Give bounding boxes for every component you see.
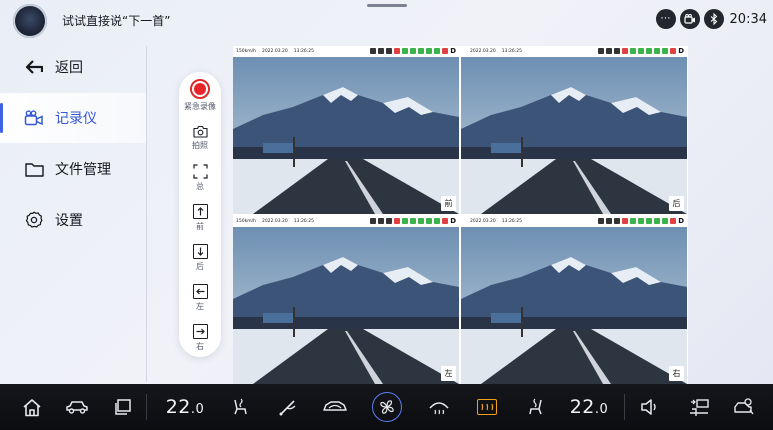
camera-view-right[interactable]: 2022.03.20 13:26:25 D 右 xyxy=(461,216,687,384)
camera-osd: 150km/h 2022.03.20 13:26:25 D xyxy=(233,46,459,57)
camera-mode-icon[interactable] xyxy=(728,384,758,430)
home-icon[interactable] xyxy=(18,384,46,430)
sidebar-divider xyxy=(146,46,147,382)
fan-button[interactable] xyxy=(370,384,404,430)
arrow-up-icon xyxy=(192,204,208,219)
camera-tag-label: 左 xyxy=(441,366,456,381)
arrow-right-icon xyxy=(192,324,208,339)
seat-heat-icon[interactable] xyxy=(226,384,254,430)
camera-tag-label: 右 xyxy=(669,366,684,381)
view-front-button[interactable]: 前 xyxy=(179,204,221,232)
volume-icon[interactable] xyxy=(636,384,666,430)
arrow-left-icon xyxy=(192,284,208,299)
camera-tag-label: 前 xyxy=(441,196,456,211)
temperature-value: 22.0 xyxy=(165,396,205,418)
osd-status-icons: D xyxy=(370,217,456,225)
sidebar-item-settings[interactable]: 设置 xyxy=(0,195,146,245)
sidebar-item-label: 记录仪 xyxy=(55,111,97,127)
pull-down-handle[interactable] xyxy=(367,4,407,7)
camera-feed xyxy=(233,227,459,384)
passenger-temperature[interactable]: 22.0 xyxy=(564,384,614,430)
view-rear-button[interactable]: 后 xyxy=(179,244,221,272)
view-right-button[interactable]: 右 xyxy=(179,324,221,352)
recirculation-icon[interactable] xyxy=(318,384,352,430)
fan-icon xyxy=(372,392,402,422)
temperature-value: 22.0 xyxy=(569,396,609,418)
driver-temperature[interactable]: 22.0 xyxy=(160,384,210,430)
camera-osd: 150km/h 2022.03.20 13:26:25 D xyxy=(233,216,459,227)
dock-divider xyxy=(624,394,625,420)
emergency-record-button[interactable]: 紧急录像 xyxy=(179,79,221,112)
rear-defrost-icon[interactable] xyxy=(472,384,502,430)
camera-grid: 150km/h 2022.03.20 13:26:25 D 前 2022.03.… xyxy=(233,46,688,384)
passenger-seat-heat-icon[interactable] xyxy=(522,384,550,430)
more-icon[interactable]: ⋯ xyxy=(655,9,676,29)
view-left-button[interactable]: 左 xyxy=(179,284,221,312)
sidebar-item-label: 文件管理 xyxy=(55,162,111,178)
record-icon xyxy=(190,79,210,99)
sidebar-menu: 返回 记录仪 文件管理 设置 xyxy=(0,42,146,246)
bottom-dock: 22.0 22.0 xyxy=(0,384,773,430)
sidebar-item-files[interactable]: 文件管理 xyxy=(0,144,146,194)
bluetooth-icon[interactable] xyxy=(703,9,724,29)
osd-status-icons: D xyxy=(370,47,456,55)
camera-feed xyxy=(461,227,687,384)
voice-assistant-avatar[interactable] xyxy=(13,4,47,38)
sidebar-item-back[interactable]: 返回 xyxy=(0,42,146,92)
camera-feed xyxy=(233,57,459,214)
camera-view-front[interactable]: 150km/h 2022.03.20 13:26:25 D 前 xyxy=(233,46,459,214)
camera-icon xyxy=(192,125,208,138)
rearview-display-icon[interactable] xyxy=(684,384,714,430)
dashcam-status-icon[interactable] xyxy=(679,9,700,29)
clock: 20:34 xyxy=(729,11,767,27)
dock-divider xyxy=(146,394,147,420)
osd-status-icons: D xyxy=(598,47,684,55)
wiper-icon[interactable] xyxy=(274,384,302,430)
photo-button[interactable]: 拍照 xyxy=(179,125,221,151)
camera-feed xyxy=(461,57,687,214)
car-icon[interactable] xyxy=(60,384,94,430)
dashcam-icon xyxy=(24,108,44,128)
camera-osd: 2022.03.20 13:26:25 D xyxy=(461,216,687,227)
view-all-button[interactable]: 总 xyxy=(179,164,221,192)
status-bar: 试试直接说“下一首” ⋯ 20:34 xyxy=(0,0,773,40)
expand-all-icon xyxy=(192,164,208,179)
voice-hint-text: 试试直接说“下一首” xyxy=(62,14,171,28)
multitask-icon[interactable] xyxy=(110,384,136,430)
camera-view-rear[interactable]: 2022.03.20 13:26:25 D 后 xyxy=(461,46,687,214)
back-arrow-icon xyxy=(24,57,44,77)
status-icons: ⋯ 20:34 xyxy=(655,9,767,29)
camera-view-left[interactable]: 150km/h 2022.03.20 13:26:25 D 左 xyxy=(233,216,459,384)
camera-control-panel: 紧急录像 拍照 总 前 后 左 右 xyxy=(179,72,221,357)
gear-icon xyxy=(24,210,44,230)
sidebar-item-label: 返回 xyxy=(55,60,83,76)
camera-tag-label: 后 xyxy=(669,196,684,211)
folder-icon xyxy=(24,159,44,179)
sidebar-item-label: 设置 xyxy=(55,213,83,229)
arrow-down-icon xyxy=(192,244,208,259)
front-defrost-icon[interactable] xyxy=(424,384,454,430)
sidebar-item-dashcam[interactable]: 记录仪 xyxy=(0,93,146,143)
osd-status-icons: D xyxy=(598,217,684,225)
camera-osd: 2022.03.20 13:26:25 D xyxy=(461,46,687,57)
